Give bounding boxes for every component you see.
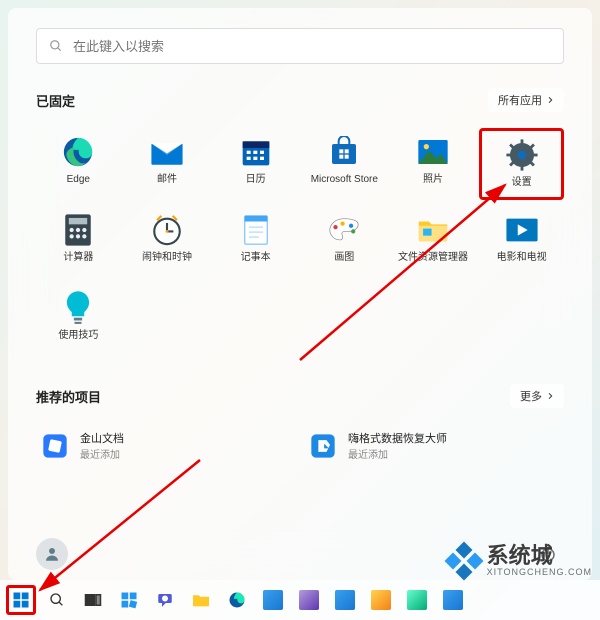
user-avatar[interactable] [36,538,68,570]
app-tips[interactable]: 使用技巧 [36,284,121,356]
taskview-icon [84,592,102,608]
taskbar-edge[interactable] [222,585,252,615]
settings-icon [504,137,540,173]
app-edge[interactable]: Edge [36,128,121,200]
taskbar-explorer[interactable] [186,585,216,615]
chat-icon [156,591,174,609]
app-paint[interactable]: 画图 [302,206,387,278]
taskbar-widgets[interactable] [114,585,144,615]
recommended-text: 金山文档 最近添加 [80,430,124,461]
pinned-grid: Edge 邮件 日历 Microsoft Store 照片 [36,128,564,356]
paint-icon [326,212,362,248]
calendar-icon [238,134,274,170]
app-mail[interactable]: 邮件 [125,128,210,200]
all-apps-button[interactable]: 所有应用 [488,88,564,112]
edge-icon [228,591,246,609]
recommended-item-kingsoft[interactable]: 金山文档 最近添加 [36,424,296,467]
app-label: 邮件 [157,174,177,186]
app-label: 电影和电视 [497,252,547,264]
app-label: Edge [67,174,90,186]
folder-icon [415,212,451,248]
calculator-icon [60,212,96,248]
watermark-logo-icon [447,544,481,578]
app-photos[interactable]: 照片 [391,128,476,200]
movies-icon [504,212,540,248]
app-label: Microsoft Store [311,174,378,186]
search-box[interactable] [36,28,564,64]
pinned-header-row: 已固定 所有应用 [36,88,564,112]
taskbar-taskview[interactable] [78,585,108,615]
recommended-list: 金山文档 最近添加 嗨格式数据恢复大师 最近添加 [36,424,564,467]
start-menu: 已固定 所有应用 Edge 邮件 日历 [8,8,592,580]
chevron-right-icon [546,96,554,104]
app-movies-tv[interactable]: 电影和电视 [479,206,564,278]
app-label: 文件资源管理器 [398,252,468,264]
more-button[interactable]: 更多 [510,384,564,408]
app-label: 画图 [334,252,354,264]
app-label: 记事本 [241,252,271,264]
datarecovery-icon [308,431,338,461]
taskbar [0,580,600,620]
rec-title: 嗨格式数据恢复大师 [348,430,447,446]
notepad-icon [238,212,274,248]
app-label: 日历 [246,174,266,186]
recommended-item-datarecovery[interactable]: 嗨格式数据恢复大师 最近添加 [304,424,564,467]
app-label: 设置 [512,177,532,189]
app-file-explorer[interactable]: 文件资源管理器 [391,206,476,278]
taskbar-app[interactable] [438,585,468,615]
windows-icon [12,591,30,609]
taskbar-search[interactable] [42,585,72,615]
app-label: 计算器 [63,252,93,264]
widgets-icon [120,591,138,609]
recommended-header-row: 推荐的项目 更多 [36,384,564,408]
app-label: 使用技巧 [58,330,98,342]
recommended-title: 推荐的项目 [36,387,101,406]
mail-icon [149,134,185,170]
more-label: 更多 [520,388,542,404]
taskbar-app[interactable] [294,585,324,615]
app-calendar[interactable]: 日历 [213,128,298,200]
search-input[interactable] [73,39,551,54]
store-icon [326,134,362,170]
folder-icon [191,592,211,608]
taskbar-chat[interactable] [150,585,180,615]
watermark-subtext: XITONGCHENG.COM [487,567,592,577]
taskbar-app[interactable] [258,585,288,615]
app-clock[interactable]: 闹钟和时钟 [125,206,210,278]
recommended-text: 嗨格式数据恢复大师 最近添加 [348,430,447,461]
taskbar-app[interactable] [402,585,432,615]
app-notepad[interactable]: 记事本 [213,206,298,278]
watermark: 系统城 XITONGCHENG.COM [447,544,592,578]
app-settings[interactable]: 设置 [479,128,564,200]
edge-icon [60,134,96,170]
rec-title: 金山文档 [80,430,124,446]
taskbar-app[interactable] [366,585,396,615]
app-label: 照片 [423,174,443,186]
photos-icon [415,134,451,170]
all-apps-label: 所有应用 [498,92,542,108]
taskbar-app[interactable] [330,585,360,615]
rec-subtitle: 最近添加 [348,446,447,461]
app-calculator[interactable]: 计算器 [36,206,121,278]
app-microsoft-store[interactable]: Microsoft Store [302,128,387,200]
rec-subtitle: 最近添加 [80,446,124,461]
clock-icon [149,212,185,248]
tips-icon [60,290,96,326]
kingsoft-icon [40,431,70,461]
start-button[interactable] [6,585,36,615]
search-icon [49,592,65,608]
chevron-right-icon [546,392,554,400]
watermark-text: 系统城 [487,545,592,567]
search-icon [49,39,63,53]
app-label: 闹钟和时钟 [142,252,192,264]
pinned-title: 已固定 [36,91,75,110]
person-icon [43,545,61,563]
